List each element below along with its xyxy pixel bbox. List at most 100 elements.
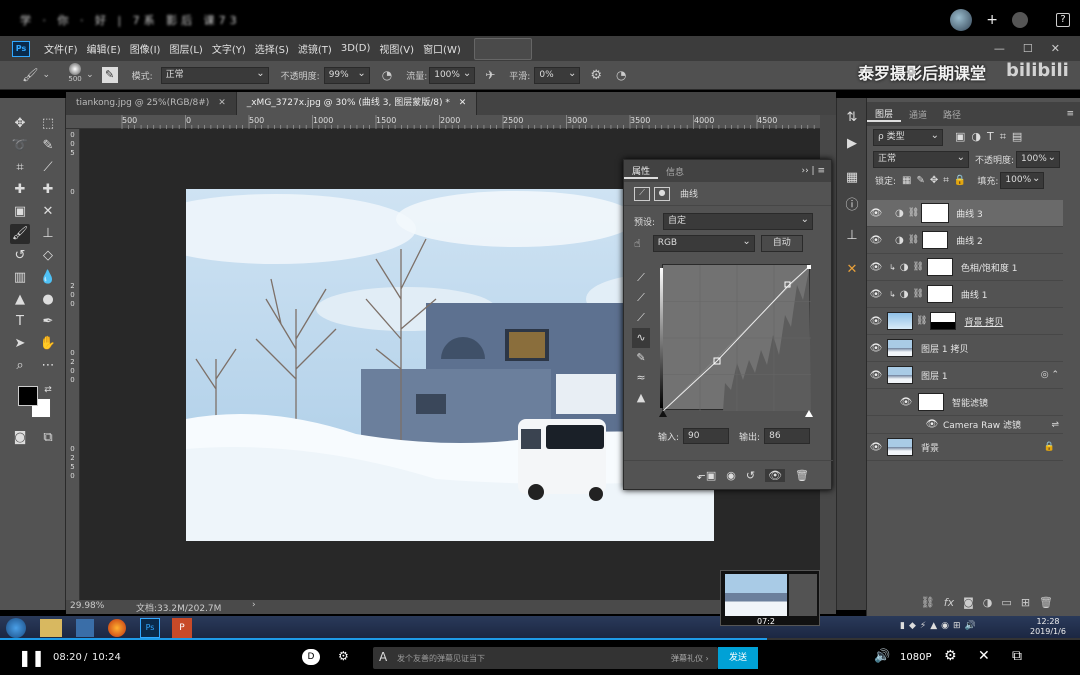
- tab-tiankong[interactable]: tiankong.jpg @ 25%(RGB/8#) ✕: [66, 92, 237, 115]
- tab-layers[interactable]: 图层: [867, 107, 902, 122]
- close-button[interactable]: ✕: [1051, 42, 1060, 55]
- menu-filter[interactable]: 滤镜(T): [298, 41, 332, 56]
- filter-mask-thumb[interactable]: [918, 393, 944, 411]
- layer-row[interactable]: 👁 背景 🔒: [867, 434, 1063, 461]
- pressure-size-icon[interactable]: ◔: [616, 68, 626, 82]
- filter-icons[interactable]: ▣◑T⌗▤: [955, 130, 1028, 144]
- curve-point-tool-icon[interactable]: ∿: [632, 328, 650, 348]
- history-icon[interactable]: ⇅: [843, 110, 861, 128]
- layer-name[interactable]: 背景 拷贝: [964, 315, 1003, 328]
- media-icon[interactable]: [76, 619, 94, 637]
- content-move-icon[interactable]: ✕: [38, 202, 58, 222]
- mode-select[interactable]: 正常: [160, 66, 269, 84]
- layer-name[interactable]: Camera Raw 滤镜: [943, 418, 1021, 431]
- link-layers-icon[interactable]: ⛓: [921, 596, 935, 609]
- layer-name[interactable]: 背景: [921, 441, 939, 454]
- black-point-eyedropper-icon[interactable]: ⟋: [632, 268, 650, 288]
- link-icon[interactable]: ⛓: [908, 235, 919, 245]
- new-layer-icon[interactable]: ⊞: [1021, 596, 1030, 609]
- marquee-tool-icon[interactable]: ⬚: [38, 114, 58, 134]
- send-button[interactable]: 发送: [718, 647, 758, 669]
- link-icon[interactable]: ⛓: [908, 208, 919, 218]
- eye-icon[interactable]: 👁: [867, 370, 885, 381]
- help-icon[interactable]: ?: [1056, 13, 1070, 27]
- channel-select[interactable]: RGB: [652, 234, 755, 252]
- menu-view[interactable]: 视图(V): [379, 41, 414, 56]
- menu-select[interactable]: 选择(S): [255, 41, 289, 56]
- panel-menu-icon[interactable]: ≡: [1066, 109, 1074, 119]
- lasso-tool-icon[interactable]: ➰: [10, 136, 30, 156]
- more-tools-icon[interactable]: ⋯: [38, 356, 58, 376]
- quick-mask-icon[interactable]: ◙: [10, 428, 30, 448]
- preset-select[interactable]: 自定: [663, 212, 814, 230]
- layer-row[interactable]: 👁 图层 1 拷贝: [867, 335, 1063, 362]
- close-icon[interactable]: ✕: [459, 98, 467, 108]
- layer-name[interactable]: 曲线 2: [956, 234, 983, 247]
- filter-options-icon[interactable]: ⇌: [1051, 420, 1059, 430]
- tab-paths[interactable]: 路径: [935, 108, 969, 121]
- tab-xmg[interactable]: _xMG_3727x.jpg @ 30% (曲线 3, 图层蒙版/8) * ✕: [236, 92, 478, 115]
- eraser-tool-icon[interactable]: ◇: [38, 246, 58, 266]
- close-icon[interactable]: ✕: [218, 98, 226, 108]
- airbrush-icon[interactable]: ✈: [485, 68, 495, 82]
- view-previous-icon[interactable]: ◉: [726, 469, 736, 482]
- tab-info[interactable]: 信息: [658, 165, 692, 178]
- chevron-down-icon[interactable]: ⌄: [86, 70, 94, 80]
- menu-file[interactable]: 文件(F): [44, 41, 78, 56]
- blend-mode-select[interactable]: 正常: [873, 150, 969, 168]
- path-select-icon[interactable]: ➤: [10, 334, 30, 354]
- layer-row[interactable]: 👁 ◑ ⛓ 曲线 3: [867, 200, 1063, 227]
- danmaku-toggle-icon[interactable]: D: [302, 649, 320, 665]
- layer-row[interactable]: 👁 ↳ ◑ ⛓ 色相/饱和度 1: [867, 254, 1063, 281]
- flow-field[interactable]: 100%: [429, 66, 476, 84]
- layer-mask-thumb[interactable]: [926, 258, 953, 276]
- layer-name[interactable]: 曲线 1: [961, 288, 988, 301]
- panel-collapse-icon[interactable]: ›› | ≡: [802, 166, 826, 176]
- smooth-field[interactable]: 0%: [534, 66, 581, 84]
- eye-icon[interactable]: 👁: [867, 235, 885, 246]
- minimize-button[interactable]: —: [994, 42, 1005, 55]
- eye-icon[interactable]: 👁: [867, 289, 885, 300]
- maximize-button[interactable]: ☐: [1023, 42, 1033, 55]
- new-group-icon[interactable]: ▭: [1001, 596, 1011, 609]
- eye-icon[interactable]: 👁: [867, 316, 885, 327]
- healing-brush-icon[interactable]: ✚: [10, 180, 30, 200]
- avatar[interactable]: [950, 9, 973, 31]
- eye-icon[interactable]: 👁: [867, 208, 885, 219]
- gear-icon[interactable]: ⚙: [590, 68, 602, 83]
- danmaku-input[interactable]: A 发个友善的弹幕见证当下 弹幕礼仪 ›: [373, 647, 718, 669]
- zoom-tool-icon[interactable]: ⌕: [10, 356, 30, 376]
- screen-mode-icon[interactable]: ⧉: [38, 428, 58, 448]
- smooth-curve-icon[interactable]: ≈: [632, 368, 650, 388]
- firefox-icon[interactable]: [108, 619, 126, 637]
- visibility-icon[interactable]: 👁: [765, 469, 786, 482]
- clipping-warning-icon[interactable]: ▲: [632, 388, 650, 408]
- eye-icon[interactable]: 👁: [867, 442, 885, 453]
- properties-icon[interactable]: ▦: [843, 170, 861, 188]
- menu-3d[interactable]: 3D(D): [341, 43, 371, 54]
- input-field[interactable]: 90: [683, 428, 730, 444]
- stamp-tool-icon[interactable]: ⊥: [38, 224, 58, 244]
- type-tool-icon[interactable]: T: [10, 312, 30, 332]
- chevron-down-icon[interactable]: ⌄: [43, 70, 51, 80]
- white-point-eyedropper-icon[interactable]: ⟋: [632, 308, 650, 328]
- volume-icon[interactable]: 🔊: [874, 649, 890, 664]
- workspace-switcher[interactable]: [473, 37, 532, 60]
- dodge-tool-icon[interactable]: ▲: [10, 290, 30, 310]
- pencil-tool-icon[interactable]: ✎: [632, 348, 650, 368]
- layer-row[interactable]: 👁 ⛓ 背景 拷贝: [867, 308, 1063, 335]
- trash-icon[interactable]: 🗑: [1039, 596, 1053, 609]
- fx-icon[interactable]: fx: [944, 596, 954, 609]
- settings-icon[interactable]: ⚙: [944, 648, 957, 664]
- layer-opacity-field[interactable]: 100%: [1016, 150, 1061, 168]
- frame-tool-icon[interactable]: ▣: [10, 202, 30, 222]
- black-point-slider[interactable]: [659, 410, 667, 417]
- layer-row[interactable]: 👁 ↳ ◑ ⛓ 曲线 1: [867, 281, 1063, 308]
- target-adjust-icon[interactable]: ☝: [634, 237, 641, 250]
- auto-button[interactable]: 自动: [760, 234, 803, 252]
- danmaku-settings-icon[interactable]: ⚙: [338, 649, 349, 663]
- lock-icons[interactable]: ▦✎✥⌗🔒: [902, 175, 971, 186]
- eye-icon[interactable]: 👁: [897, 397, 915, 408]
- tab-properties[interactable]: 属性: [624, 164, 659, 179]
- blur-tool-icon[interactable]: 💧: [38, 268, 58, 288]
